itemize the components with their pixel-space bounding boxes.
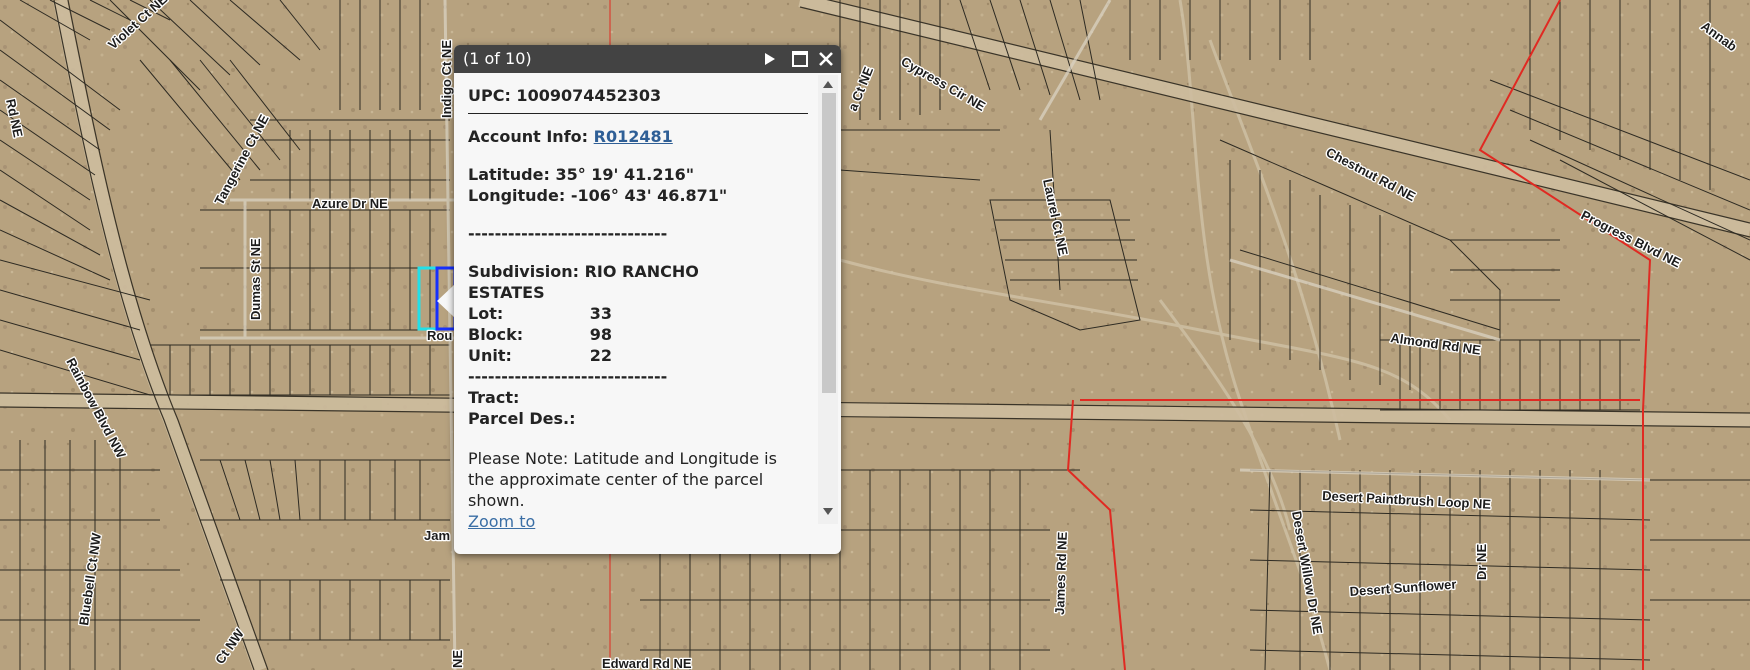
- zoom-to-link[interactable]: Zoom to: [468, 512, 535, 531]
- account-info: Account Info: R012481: [468, 126, 808, 147]
- label-edward-rd: Edward Rd NE: [602, 656, 692, 670]
- scrollbar-thumb[interactable]: [822, 93, 836, 393]
- unit-row: Unit: 22: [468, 345, 808, 366]
- label-jam: Jam: [424, 528, 450, 543]
- block-label: Block:: [468, 325, 524, 344]
- popup-title: (1 of 10): [463, 49, 532, 68]
- subdivision-text-cont: ESTATES: [468, 283, 545, 302]
- label-dr-ne: Dr NE: [1474, 544, 1489, 580]
- label-azure-dr: Azure Dr NE: [312, 196, 388, 211]
- parcel-des-label: Parcel Des.:: [468, 409, 576, 428]
- upc-text: UPC: 1009074452303: [468, 86, 662, 105]
- label-indigo-ct: Indigo Ct NE: [439, 40, 454, 118]
- block-row: Block: 98: [468, 324, 808, 345]
- lot-row: Lot: 33: [468, 303, 808, 324]
- label-dumas-st: Dumas St NE: [248, 238, 263, 320]
- scroll-up-arrow-icon[interactable]: [822, 79, 834, 89]
- separator-text-2: ------------------------------: [468, 367, 668, 386]
- block-value: 98: [589, 325, 612, 344]
- unit-value: 22: [589, 346, 612, 365]
- label-ne-bottom: NE: [450, 650, 465, 668]
- close-popup-button[interactable]: [816, 49, 836, 69]
- label-james-rd: James Rd NE: [1052, 531, 1070, 615]
- subdivision-text: Subdivision: RIO RANCHO: [468, 262, 699, 281]
- map-view[interactable]: Violet Ct NE Indigo Ct NE Tangerine Ct N…: [0, 0, 1750, 670]
- lat-long-note: Please Note: Latitude and Longitude is t…: [468, 449, 777, 510]
- lot-label: Lot:: [468, 304, 504, 323]
- play-triangle-icon: [765, 53, 775, 65]
- tract-label: Tract:: [468, 388, 520, 407]
- parcel-info-popup: (1 of 10) UPC: 1009074452303 Account Inf…: [454, 45, 841, 554]
- next-feature-button[interactable]: [759, 49, 779, 69]
- popup-scrollbar[interactable]: [818, 75, 838, 524]
- divider: [468, 113, 808, 114]
- latitude-text: Latitude: 35° 19' 41.216": [468, 165, 695, 184]
- popup-pointer: [437, 285, 454, 317]
- account-info-link[interactable]: R012481: [594, 127, 673, 146]
- unit-label: Unit:: [468, 346, 512, 365]
- popup-content: UPC: 1009074452303 Account Info: R012481…: [468, 85, 808, 532]
- separator-text: ------------------------------: [468, 224, 668, 243]
- scroll-down-arrow-icon[interactable]: [822, 507, 834, 517]
- longitude-text: Longitude: -106° 43' 46.871": [468, 186, 728, 205]
- maximize-button[interactable]: [790, 49, 810, 69]
- popup-header: (1 of 10): [454, 45, 841, 73]
- label-rou: Rou: [427, 328, 452, 343]
- maximize-window-icon: [792, 51, 808, 67]
- account-info-label: Account Info:: [468, 127, 589, 146]
- close-x-icon: [819, 52, 833, 66]
- lot-value: 33: [589, 304, 612, 323]
